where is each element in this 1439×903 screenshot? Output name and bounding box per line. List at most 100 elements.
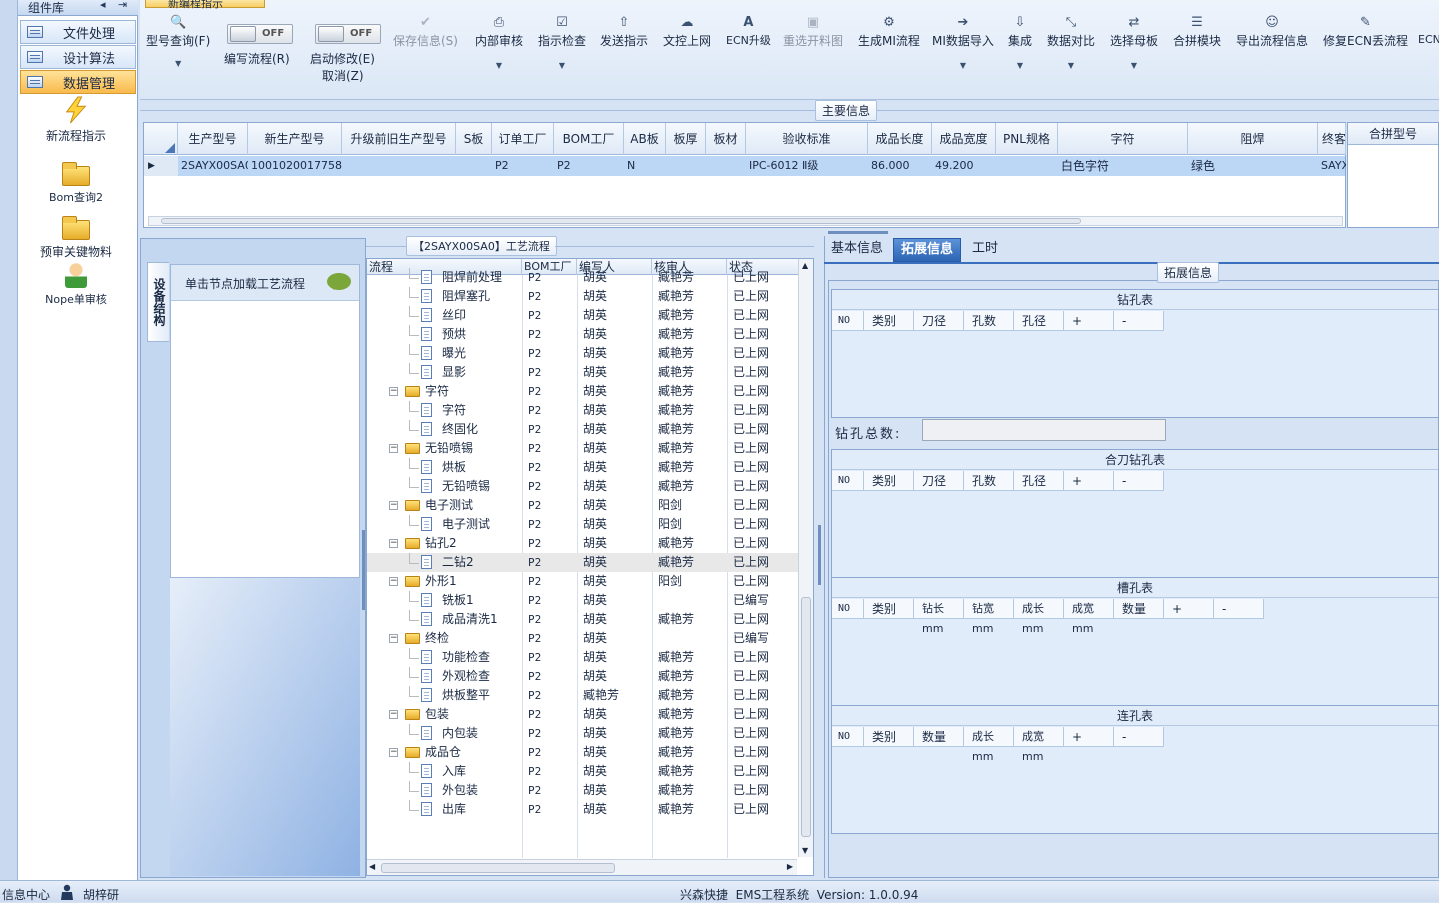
col-header[interactable]: 钻宽mm bbox=[964, 599, 1014, 635]
drill-total-field[interactable] bbox=[922, 419, 1166, 441]
mi-import-button[interactable]: ➔ MI数据导入 ▼ bbox=[932, 14, 994, 70]
process-group-row[interactable]: − 成品仓 P2 胡英 臧艳芳 已上网 bbox=[367, 743, 799, 762]
model-query-button[interactable]: 🔍 型号查询(F) ▼ bbox=[146, 14, 210, 68]
col-header[interactable]: 类别 bbox=[864, 599, 914, 619]
process-hscrollbar[interactable]: ◀ ▶ bbox=[367, 859, 797, 875]
data-compare-button[interactable]: ⤡ 数据对比 ▼ bbox=[1047, 14, 1095, 70]
col-header[interactable]: 孔径 bbox=[1014, 471, 1064, 491]
process-step-row[interactable]: 显影 P2 胡英 臧艳芳 已上网 bbox=[367, 363, 799, 382]
process-group-row[interactable]: − 无铅喷锡 P2 胡英 臧艳芳 已上网 bbox=[367, 439, 799, 458]
select-motherboard-button[interactable]: ⇄ 选择母板 ▼ bbox=[1110, 14, 1158, 70]
add-row-button[interactable]: + bbox=[1064, 311, 1114, 331]
remove-row-button[interactable]: - bbox=[1114, 311, 1164, 331]
nav-file-processing[interactable]: 文件处理 bbox=[20, 20, 136, 44]
scroll-thumb[interactable] bbox=[161, 218, 1081, 224]
col-header[interactable]: 类别 bbox=[864, 471, 914, 491]
process-step-row[interactable]: 无铅喷锡 P2 胡英 臧艳芳 已上网 bbox=[367, 477, 799, 496]
cancel-label[interactable]: 取消(Z) bbox=[322, 67, 364, 84]
process-step-row[interactable]: 外观检查 P2 胡英 臧艳芳 已上网 bbox=[367, 667, 799, 686]
scroll-right-icon[interactable]: ▶ bbox=[787, 862, 793, 871]
col-header[interactable]: 刀径 bbox=[914, 311, 964, 331]
tab-extended-info[interactable]: 拓展信息 bbox=[893, 238, 962, 262]
process-step-row[interactable]: 入库 P2 胡英 臧艳芳 已上网 bbox=[367, 762, 799, 781]
col-header[interactable]: NO bbox=[832, 311, 864, 331]
doc-control-online-button[interactable]: ☁ 文控上网 bbox=[663, 14, 711, 49]
cell[interactable] bbox=[706, 156, 746, 176]
cell[interactable] bbox=[996, 156, 1058, 176]
cell[interactable] bbox=[666, 156, 706, 176]
process-group-row[interactable]: − 字符 P2 胡英 臧艳芳 已上网 bbox=[367, 382, 799, 401]
device-structure-tab[interactable]: 设备结构 bbox=[147, 262, 169, 342]
cell[interactable] bbox=[342, 156, 456, 176]
process-step-row[interactable]: 阻焊塞孔 P2 胡英 臧艳芳 已上网 bbox=[367, 287, 799, 306]
main-grid-hscrollbar[interactable] bbox=[148, 216, 1343, 226]
add-row-button[interactable]: + bbox=[1064, 471, 1114, 491]
right-splitter[interactable] bbox=[818, 525, 821, 585]
tab-basic-info[interactable]: 基本信息 bbox=[824, 238, 890, 262]
table-row[interactable]: ▶ 2SAYX00SA0 10010200177581 P2 P2 N IPC-… bbox=[144, 156, 1346, 176]
col-header[interactable]: 数量 bbox=[914, 727, 964, 747]
main-info-grid[interactable]: 生产型号 新生产型号 升级前旧生产型号 S板 订单工厂 BOM工厂 AB板 板厚… bbox=[143, 122, 1346, 228]
process-group-row[interactable]: − 终检 P2 胡英 已编写 bbox=[367, 629, 799, 648]
col-header[interactable]: 成品长度 bbox=[868, 123, 932, 155]
collapse-toggle-icon[interactable]: − bbox=[389, 577, 398, 586]
process-step-row[interactable]: 出库 P2 胡英 臧艳芳 已上网 bbox=[367, 800, 799, 819]
integrate-button[interactable]: ⇩ 集成 ▼ bbox=[1008, 14, 1032, 70]
cell[interactable]: 白色字符 bbox=[1058, 156, 1188, 176]
col-header[interactable]: 成长mm bbox=[1014, 599, 1064, 635]
collapse-toggle-icon[interactable]: − bbox=[389, 387, 398, 396]
tool-key-material[interactable]: 预审关键物料 bbox=[22, 214, 130, 260]
drill-table[interactable]: 钻孔表 NO 类别 刀径 孔数 孔径 + - bbox=[831, 289, 1439, 418]
pin-icon[interactable]: ◂ bbox=[100, 0, 106, 11]
col-header[interactable]: PNL规格 bbox=[996, 123, 1058, 155]
component-library-tab[interactable]: 组件库 ◂ ⇥ bbox=[18, 0, 138, 16]
tab-work-hours[interactable]: 工时 bbox=[965, 238, 1005, 262]
cell[interactable]: 2SAYX00SA0 bbox=[178, 156, 248, 176]
document-tab[interactable]: 新编程指示 bbox=[145, 0, 265, 10]
info-center-label[interactable]: 信息中心 bbox=[2, 886, 50, 903]
ecn-more-button[interactable]: ECN bbox=[1418, 14, 1439, 46]
ecn-upgrade-button[interactable]: A ECN升级 bbox=[726, 14, 771, 48]
cell[interactable]: 86.000 bbox=[868, 156, 932, 176]
process-step-row[interactable]: 烘板 P2 胡英 臧艳芳 已上网 bbox=[367, 458, 799, 477]
scroll-left-icon[interactable]: ◀ bbox=[369, 862, 375, 871]
collapse-toggle-icon[interactable]: − bbox=[389, 444, 398, 453]
collapse-toggle-icon[interactable]: − bbox=[389, 634, 398, 643]
col-header[interactable]: 板材 bbox=[706, 123, 746, 155]
process-step-row[interactable]: 功能检查 P2 胡英 臧艳芳 已上网 bbox=[367, 648, 799, 667]
cell[interactable]: 绿色 bbox=[1188, 156, 1318, 176]
process-step-row[interactable]: 外包装 P2 胡英 臧艳芳 已上网 bbox=[367, 781, 799, 800]
send-instruction-button[interactable]: ⇧ 发送指示 bbox=[600, 14, 648, 49]
remove-row-button[interactable]: - bbox=[1114, 727, 1164, 747]
process-group-row[interactable]: − 钻孔2 P2 胡英 臧艳芳 已上网 bbox=[367, 534, 799, 553]
tool-new-process[interactable]: 新流程指示 bbox=[22, 96, 130, 144]
process-step-row[interactable]: 阻焊前处理 P2 胡英 臧艳芳 已上网 bbox=[367, 268, 799, 287]
internal-review-button[interactable]: ⎙ 内部审核 ▼ bbox=[475, 14, 523, 70]
scroll-thumb[interactable] bbox=[801, 597, 811, 837]
remove-row-button[interactable]: - bbox=[1214, 599, 1264, 619]
scroll-down-icon[interactable]: ▼ bbox=[802, 846, 808, 855]
col-header[interactable]: 数量 bbox=[1114, 599, 1164, 619]
collapse-icon[interactable]: ⇥ bbox=[118, 0, 127, 11]
cell[interactable]: IPC-6012 Ⅱ级 bbox=[746, 156, 868, 176]
export-process-button[interactable]: ☺ 导出流程信息 bbox=[1236, 14, 1308, 49]
cell[interactable]: SAYX bbox=[1318, 156, 1346, 176]
col-header[interactable]: 类别 bbox=[864, 727, 914, 747]
col-header[interactable]: 类别 bbox=[864, 311, 914, 331]
col-header[interactable]: 板厚 bbox=[666, 123, 706, 155]
col-header[interactable]: 新生产型号 bbox=[248, 123, 342, 155]
col-header[interactable]: 验收标准 bbox=[746, 123, 868, 155]
process-group-row[interactable]: − 外形1 P2 胡英 阳剑 已上网 bbox=[367, 572, 799, 591]
col-header[interactable]: AB板 bbox=[624, 123, 666, 155]
edit-process-toggle[interactable]: OFF bbox=[227, 24, 293, 44]
col-header[interactable]: S板 bbox=[456, 123, 492, 155]
col-header[interactable]: 孔径 bbox=[1014, 311, 1064, 331]
remove-row-button[interactable]: - bbox=[1114, 471, 1164, 491]
scroll-up-icon[interactable]: ▲ bbox=[802, 261, 808, 270]
collapse-toggle-icon[interactable]: − bbox=[389, 748, 398, 757]
col-header[interactable]: 字符 bbox=[1058, 123, 1188, 155]
col-header[interactable]: 成宽mm bbox=[1014, 727, 1064, 763]
process-step-row[interactable]: 丝印 P2 胡英 臧艳芳 已上网 bbox=[367, 306, 799, 325]
col-header[interactable]: NO bbox=[832, 471, 864, 491]
combined-model-grid[interactable]: 合拼型号 bbox=[1347, 122, 1439, 228]
